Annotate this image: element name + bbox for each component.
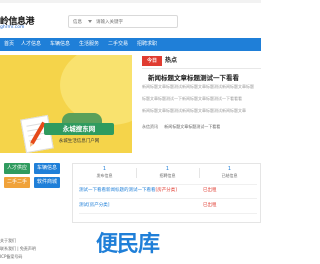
- footer-link[interactable]: 关于我们: [0, 238, 16, 244]
- divider: [79, 198, 257, 199]
- chevron-down-icon: [88, 20, 92, 23]
- nav-item-vehicles[interactable]: 车辆信息: [47, 38, 73, 51]
- stat-number: 1: [102, 166, 107, 172]
- search-category-select[interactable]: 信息: [73, 19, 82, 25]
- search-box: 信息: [68, 15, 178, 28]
- nav-item-home[interactable]: 首页: [2, 38, 16, 51]
- headline-source: 永信资讯: [142, 124, 158, 129]
- logo-domain: ghrmr.com: [0, 25, 25, 30]
- today-badge: 今日: [142, 56, 162, 66]
- nav-item-secondhand[interactable]: 二手交易: [105, 38, 131, 51]
- main-nav: 首页 人才信息 车辆信息 生活服务 二手交易 招聘求职: [0, 38, 261, 51]
- banner-title-box: 永城搜东网: [44, 123, 114, 135]
- status-badge: 已出租: [203, 188, 217, 193]
- top-strip: [0, 0, 261, 3]
- list-item[interactable]: 测试[房产分类] 已出租: [79, 201, 257, 211]
- headline-header: 今日 热点: [142, 56, 261, 69]
- list-item-title[interactable]: 测试一下看看新闻标题的测试一下看看[房产分类]: [79, 186, 177, 196]
- quick-link-talent[interactable]: 人才供应: [4, 163, 30, 174]
- quick-link-vehicles[interactable]: 车辆信息: [34, 163, 60, 174]
- stat-recruit: 1 招聘信息: [136, 166, 199, 180]
- headline-line[interactable]: 标题文章标题测试一下新闻标题文章标题测试一下看看看: [142, 96, 261, 102]
- headline-meta-text[interactable]: 新闻标题文章标题测试一下看看: [164, 124, 220, 129]
- divider: [142, 68, 261, 69]
- list-item[interactable]: 测试一下看看新闻标题的测试一下看看[房产分类] 已出租: [79, 186, 257, 196]
- search-input[interactable]: [96, 18, 174, 26]
- divider: [79, 213, 257, 214]
- watermark-logo: 便民库: [96, 232, 160, 257]
- headline-line[interactable]: 新闻标题文章标题测试新闻标题文章标题测试新闻标题文章标题: [142, 84, 261, 90]
- footer-link[interactable]: 联系我们 | 免责声明: [0, 246, 36, 252]
- headline-meta: 永信资讯 新闻标题文章标题测试一下看看: [142, 124, 261, 130]
- divider: [79, 184, 257, 185]
- stat-label: 招聘信息: [159, 173, 176, 178]
- quick-link-secondhand[interactable]: 二手二手: [4, 177, 30, 188]
- hot-label: 热点: [165, 57, 178, 64]
- headline-title[interactable]: 新闻标题文章标题测试一下看看: [148, 72, 261, 82]
- nav-item-life[interactable]: 生活服务: [76, 38, 102, 51]
- headline-line[interactable]: 新闻标题文章标题测试新闻标题文章标题测试新闻标题文章: [142, 108, 261, 114]
- list-item-title[interactable]: 测试[房产分类]: [79, 201, 110, 211]
- site-header: 岭信息港 ghrmr.com 信息: [0, 4, 261, 34]
- info-panel: 1 发布信息 1 招聘信息 1 已结信息 测试一下看看新闻标题的测试一下看看[房…: [72, 163, 261, 223]
- footer-text: ICP备案号码: [0, 254, 23, 259]
- quick-link-software[interactable]: 软件商城: [34, 177, 60, 188]
- status-badge: 已出租: [203, 203, 217, 208]
- stat-published: 1 发布信息: [73, 166, 136, 180]
- stat-number: 1: [227, 166, 232, 172]
- banner-subtitle: 永城生活信息门户网: [58, 139, 100, 144]
- list-item-category: [房产分类]: [155, 188, 178, 193]
- site-logo[interactable]: 岭信息港 ghrmr.com: [0, 14, 58, 34]
- banner-title: 永城搜东网: [62, 125, 96, 133]
- nav-item-talent[interactable]: 人才信息: [18, 38, 44, 51]
- stat-number: 1: [165, 166, 170, 172]
- stat-closed: 1 已结信息: [199, 166, 260, 180]
- stat-label: 发布信息: [96, 173, 113, 178]
- stat-label: 已结信息: [221, 173, 238, 178]
- nav-item-jobs[interactable]: 招聘求职: [134, 38, 160, 51]
- banner-image[interactable]: 永城搜东网 永城生活信息门户网: [0, 55, 132, 153]
